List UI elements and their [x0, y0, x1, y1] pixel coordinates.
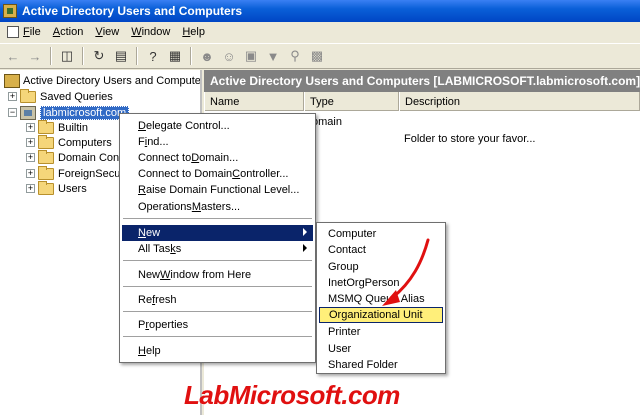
toolbar-separator — [50, 47, 52, 65]
tree-root[interactable]: Active Directory Users and Computer — [4, 73, 200, 88]
menu-separator — [123, 336, 312, 338]
adusers-icon — [4, 73, 20, 88]
row-description-cell: Folder to store your favor... — [404, 133, 536, 145]
folder-icon — [38, 134, 54, 149]
folder-icon — [38, 180, 54, 195]
new-user-icon[interactable]: ☻ — [196, 46, 218, 66]
filter-icon[interactable]: ▼ — [262, 46, 284, 66]
submenu-item-group[interactable]: Group — [319, 259, 443, 275]
menu-view[interactable]: View — [90, 23, 126, 41]
tree-item-domain-controllers[interactable]: + Domain Cont — [26, 149, 122, 165]
tree-item-domain[interactable]: − labmicrosoft.com — [8, 105, 130, 120]
console-icon — [7, 26, 19, 38]
column-type[interactable]: Type — [304, 92, 399, 111]
show-hide-tree-icon[interactable]: ◫ — [56, 46, 78, 66]
expand-icon[interactable]: + — [26, 123, 35, 132]
tree-item-builtin[interactable]: + Builtin — [26, 119, 88, 135]
new-submenu: Computer Contact Group InetOrgPerson MSM… — [316, 222, 446, 374]
refresh-icon[interactable]: ↻ — [88, 46, 110, 66]
column-description[interactable]: Description — [399, 92, 640, 111]
details-header: Active Directory Users and Computers [LA… — [204, 70, 640, 92]
new-ou-icon[interactable]: ▣ — [240, 46, 262, 66]
menu-help[interactable]: Help — [177, 23, 212, 41]
domain-icon — [20, 105, 36, 120]
help-icon[interactable]: ? — [142, 46, 164, 66]
tree-item-computers[interactable]: + Computers — [26, 134, 112, 150]
menu-item-help[interactable]: Help — [122, 343, 313, 359]
menu-item-properties[interactable]: Pr operties — [122, 317, 313, 333]
context-menu: Delegate Control... Fi nd... Connect to D… — [119, 113, 316, 363]
expand-icon[interactable]: + — [8, 92, 17, 101]
menu-item-all-tasks[interactable]: All Tas k s — [122, 241, 313, 257]
expand-icon[interactable]: + — [26, 184, 35, 193]
submenu-item-computer[interactable]: Computer — [319, 226, 443, 242]
submenu-item-user[interactable]: User — [319, 341, 443, 357]
menu-action[interactable]: Action — [48, 23, 91, 41]
menu-item-new[interactable]: New — [122, 225, 313, 241]
ou-icon — [38, 149, 54, 164]
watermark-text: LabMicrosoft.com — [184, 380, 400, 410]
menu-item-raise-level[interactable]: Raise Domain Functional Level... — [122, 182, 313, 198]
menu-bar: File Action View Window Help — [0, 22, 640, 42]
expand-icon[interactable]: + — [26, 153, 35, 162]
export-list-icon[interactable]: ▤ — [110, 46, 132, 66]
back-icon[interactable]: ← — [2, 46, 24, 66]
submenu-arrow-icon — [303, 228, 307, 236]
menu-separator — [123, 311, 312, 313]
toolbar-separator — [82, 47, 84, 65]
menu-file[interactable]: File — [2, 23, 48, 41]
tree-item-users[interactable]: + Users — [26, 180, 87, 196]
toolbar-separator — [190, 47, 192, 65]
forward-icon[interactable]: → — [24, 46, 46, 66]
submenu-item-printer[interactable]: Printer — [319, 324, 443, 340]
submenu-item-shared-folder[interactable]: Shared Folder — [319, 357, 443, 373]
title-bar[interactable]: Active Directory Users and Computers — [0, 0, 640, 22]
menu-item-delegate-control[interactable]: Delegate Control... — [122, 118, 313, 134]
window-title: Active Directory Users and Computers — [22, 4, 243, 18]
expand-icon[interactable]: + — [26, 169, 35, 178]
collapse-icon[interactable]: − — [8, 108, 17, 117]
submenu-item-contact[interactable]: Contact — [319, 242, 443, 258]
folder-icon — [38, 119, 54, 134]
row-type-cell: omain — [312, 116, 342, 128]
menu-item-connect-domain[interactable]: Connect to Domain... — [122, 150, 313, 166]
menu-item-refresh[interactable]: Re f resh — [122, 292, 313, 308]
add-to-group-icon[interactable]: ▩ — [306, 46, 328, 66]
app-icon — [3, 4, 17, 18]
column-headers: Name Type Description — [204, 92, 640, 111]
menu-item-new-window[interactable]: New Window from Here — [122, 267, 313, 283]
submenu-item-inetorgperson[interactable]: InetOrgPerson — [319, 275, 443, 291]
submenu-item-msmq-queue-alias[interactable]: MSMQ Queue Alias — [319, 291, 443, 307]
expand-icon[interactable]: + — [26, 138, 35, 147]
submenu-item-organizational-unit[interactable]: Organizational Unit — [319, 307, 443, 323]
menu-item-connect-dc[interactable]: Connect to Domain Controller... — [122, 166, 313, 182]
tree-item-foreign-security[interactable]: + ForeignSecu — [26, 165, 120, 181]
menu-item-find[interactable]: Fi nd... — [122, 134, 313, 150]
tree-item-saved-queries[interactable]: + Saved Queries — [8, 88, 113, 104]
toolbar-separator — [136, 47, 138, 65]
find-icon[interactable]: ⚲ — [284, 46, 306, 66]
submenu-arrow-icon — [303, 244, 307, 252]
menu-separator — [123, 218, 312, 220]
menu-separator — [123, 260, 312, 262]
folder-icon — [38, 165, 54, 180]
column-name[interactable]: Name — [204, 92, 304, 111]
folder-icon — [20, 88, 36, 103]
toolbar: ← → ◫ ↻ ▤ ? ▦ ☻ ☺ ▣ ▼ ⚲ ▩ — [0, 43, 640, 69]
properties-icon[interactable]: ▦ — [164, 46, 186, 66]
menu-item-operations-masters[interactable]: Operations Masters... — [122, 199, 313, 215]
new-group-icon[interactable]: ☺ — [218, 46, 240, 66]
menu-separator — [123, 286, 312, 288]
menu-window[interactable]: Window — [126, 23, 177, 41]
